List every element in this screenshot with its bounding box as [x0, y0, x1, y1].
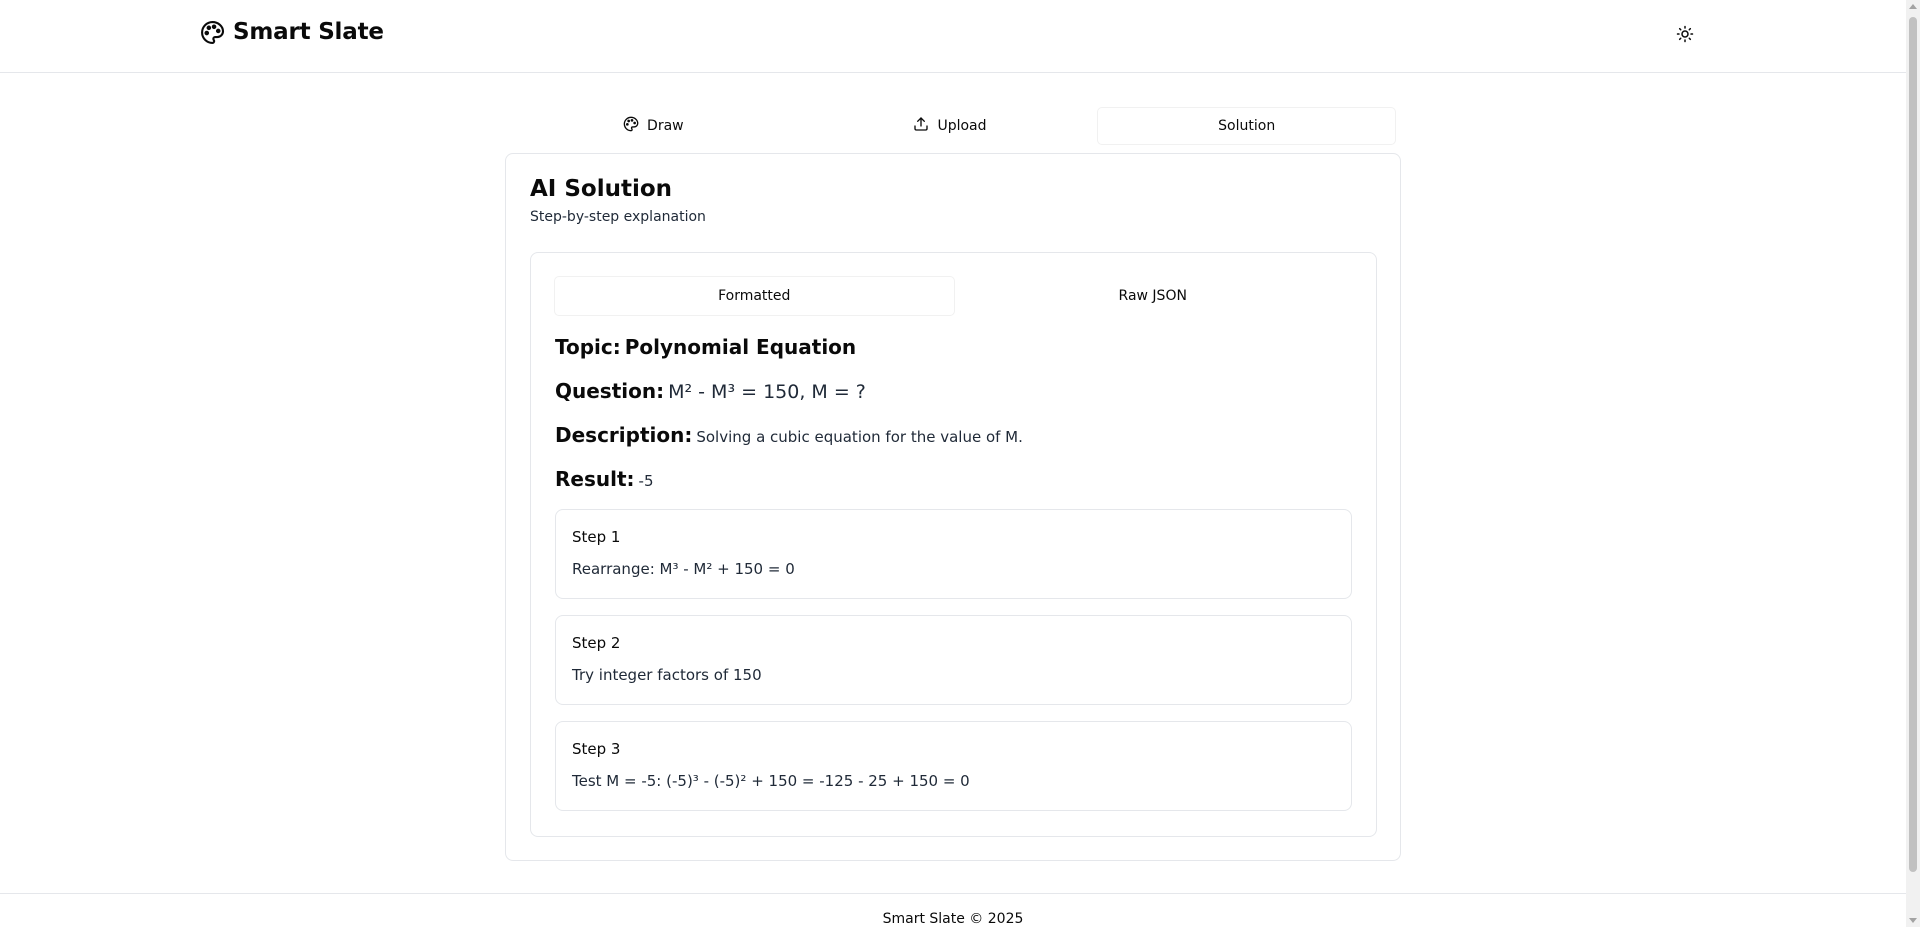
scroll-down-arrow-icon[interactable] — [1909, 918, 1917, 923]
page: Smart Slate Draw Upload Solution AI Solu… — [0, 0, 1920, 927]
topic-label: Topic: — [555, 335, 621, 359]
copyright-text: Smart Slate © 2025 — [882, 911, 1024, 927]
step-card: Step 1 Rearrange: M³ - M² + 150 = 0 — [555, 509, 1352, 599]
topic-value: Polynomial Equation — [624, 335, 857, 359]
main-tabs: Draw Upload Solution — [505, 108, 1396, 144]
view-tabs: Formatted Raw JSON — [555, 277, 1352, 315]
tab-raw-json[interactable]: Raw JSON — [954, 277, 1353, 315]
tab-formatted[interactable]: Formatted — [555, 277, 954, 315]
description-value: Solving a cubic equation for the value o… — [696, 428, 1023, 446]
step-text: Try integer factors of 150 — [572, 666, 762, 684]
upload-icon — [913, 116, 929, 136]
brand[interactable]: Smart Slate — [200, 19, 384, 45]
solution-card: AI Solution Step-by-step explanation For… — [505, 153, 1401, 861]
topic-field: Topic: Polynomial Equation — [555, 335, 856, 359]
app-header: Smart Slate — [0, 0, 1906, 73]
card-title: AI Solution — [530, 176, 673, 202]
step-text: Test M = -5: (-5)³ - (-5)² + 150 = -125 … — [572, 772, 970, 790]
tab-solution[interactable]: Solution — [1098, 108, 1396, 144]
sun-icon — [1676, 25, 1694, 47]
tab-draw-label: Draw — [647, 118, 684, 134]
result-field: Result: -5 — [555, 467, 654, 491]
theme-toggle-button[interactable] — [1670, 24, 1700, 48]
step-title: Step 2 — [572, 634, 621, 652]
question-value: M² - M³ = 150, M = ? — [668, 381, 866, 403]
step-card: Step 3 Test M = -5: (-5)³ - (-5)² + 150 … — [555, 721, 1352, 811]
result-value: -5 — [638, 472, 654, 490]
step-text: Rearrange: M³ - M² + 150 = 0 — [572, 560, 795, 578]
tab-solution-label: Solution — [1218, 118, 1276, 134]
result-label: Result: — [555, 467, 635, 491]
page-scrollbar[interactable] — [1906, 0, 1920, 927]
solution-panel: Formatted Raw JSON Topic: Polynomial Equ… — [530, 252, 1377, 837]
app-name: Smart Slate — [233, 19, 384, 45]
tab-upload[interactable]: Upload — [802, 108, 1099, 144]
description-field: Description: Solving a cubic equation fo… — [555, 423, 1023, 447]
palette-icon — [623, 116, 639, 136]
step-title: Step 3 — [572, 740, 621, 758]
question-field: Question: M² - M³ = 150, M = ? — [555, 379, 866, 403]
app-footer: Smart Slate © 2025 — [0, 893, 1906, 927]
question-label: Question: — [555, 379, 665, 403]
scroll-up-arrow-icon[interactable] — [1909, 4, 1917, 9]
scrollbar-thumb[interactable] — [1909, 17, 1917, 872]
tab-upload-label: Upload — [937, 118, 987, 134]
step-card: Step 2 Try integer factors of 150 — [555, 615, 1352, 705]
description-label: Description: — [555, 423, 693, 447]
card-subtitle: Step-by-step explanation — [530, 209, 706, 225]
step-title: Step 1 — [572, 528, 621, 546]
palette-icon — [200, 20, 225, 45]
tab-draw[interactable]: Draw — [505, 108, 802, 144]
